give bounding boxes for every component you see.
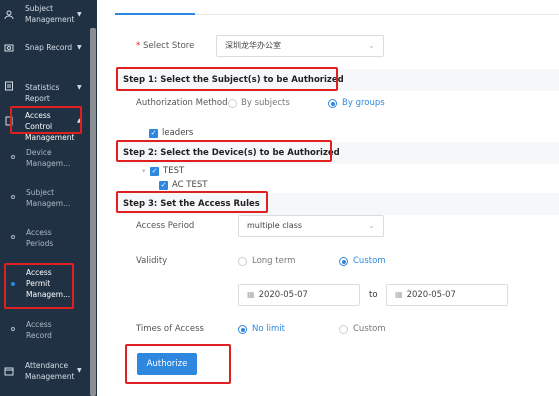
- times-custom-label: Custom: [353, 324, 386, 334]
- tree-toggle-icon[interactable]: ▾: [142, 167, 146, 175]
- radio-by-subjects[interactable]: [228, 99, 237, 108]
- long-term-label: Long term: [252, 256, 296, 266]
- nav-statistics-report-label: Statistics Report: [25, 83, 60, 103]
- active-tab-indicator: [115, 13, 195, 15]
- leaders-label: leaders: [162, 128, 194, 138]
- store-select[interactable]: 深圳龙华办公室 ⌄: [216, 35, 384, 57]
- store-select-value: 深圳龙华办公室: [225, 41, 281, 50]
- highlight-access-control: [10, 106, 82, 134]
- by-groups-label: By groups: [342, 98, 385, 108]
- calendar-icon: ▦: [247, 290, 255, 299]
- chevron-down-icon: ▼: [77, 367, 82, 374]
- checkbox-test[interactable]: ✓: [150, 167, 159, 176]
- subnav-subject-label: Subject Managem...: [26, 188, 71, 208]
- highlight-step3: [116, 191, 268, 213]
- highlight-access-permit: [4, 263, 74, 309]
- device-group-label: TEST: [163, 166, 185, 176]
- end-date-input[interactable]: ▦ 2020-05-07: [386, 284, 508, 306]
- access-period-value: multiple class: [247, 221, 303, 230]
- access-period-select[interactable]: multiple class ⌄: [238, 215, 384, 237]
- to-label: to: [369, 290, 378, 300]
- no-limit-label: No limit: [252, 324, 285, 334]
- checkbox-leaders[interactable]: ✓: [149, 129, 158, 138]
- required-mark: *: [136, 41, 141, 51]
- bullet-icon: [11, 327, 15, 331]
- start-date-value: 2020-05-07: [258, 290, 308, 300]
- checkbox-ac-test[interactable]: ✓: [159, 181, 168, 190]
- validity-custom-label: Custom: [353, 256, 386, 266]
- subnav-device-management[interactable]: Device Managem...: [0, 146, 90, 170]
- highlight-step2: [116, 140, 332, 162]
- chevron-down-icon: ⌄: [368, 41, 375, 50]
- chevron-down-icon: ⌄: [368, 221, 375, 230]
- calendar-icon: [4, 367, 14, 376]
- device-item-label: AC TEST: [172, 180, 208, 190]
- start-date-input[interactable]: ▦ 2020-05-07: [238, 284, 360, 306]
- radio-times-custom[interactable]: [339, 325, 348, 334]
- highlight-authorize: [125, 344, 231, 384]
- sidebar: Subject Management ▼ Snap Record ▼ Stati…: [0, 0, 97, 396]
- nav-snap-record[interactable]: Snap Record ▼: [0, 40, 90, 54]
- camera-icon: [4, 44, 14, 52]
- nav-attendance-management[interactable]: Attendance Management ▼: [0, 358, 90, 384]
- chevron-down-icon: ▼: [77, 11, 82, 18]
- nav-attendance-label: Attendance Management: [25, 361, 75, 381]
- validity-label: Validity: [136, 256, 168, 266]
- highlight-step1: [116, 67, 338, 91]
- radio-long-term[interactable]: [238, 257, 247, 266]
- calendar-icon: ▦: [395, 290, 403, 299]
- subnav-access-record-label: Access Record: [26, 320, 52, 340]
- report-icon: [5, 81, 13, 91]
- nav-subject-management-label: Subject Management: [25, 4, 75, 24]
- nav-subject-management[interactable]: Subject Management ▼: [0, 2, 90, 28]
- times-of-access-label: Times of Access: [136, 324, 204, 334]
- nav-snap-record-label: Snap Record: [25, 43, 73, 52]
- bullet-icon: [11, 195, 15, 199]
- store-label-text: Select Store: [142, 41, 195, 51]
- nav-statistics-report[interactable]: Statistics Report ▼: [0, 80, 90, 103]
- user-icon: [4, 10, 14, 20]
- access-period-label: Access Period: [136, 221, 195, 231]
- radio-no-limit[interactable]: [238, 325, 247, 334]
- by-subjects-label: By subjects: [241, 98, 290, 108]
- subnav-device-label: Device Managem...: [26, 148, 71, 168]
- radio-validity-custom[interactable]: [339, 257, 348, 266]
- chevron-down-icon: ▼: [77, 84, 82, 91]
- auth-method-label: Authorization Method: [136, 98, 228, 108]
- chevron-down-icon: ▼: [77, 44, 82, 51]
- sidebar-scrollbar[interactable]: [90, 28, 96, 396]
- bullet-icon: [11, 235, 15, 239]
- store-label: * Select Store: [136, 41, 194, 51]
- radio-by-groups[interactable]: [328, 99, 337, 108]
- subnav-subject-management[interactable]: Subject Managem...: [0, 186, 90, 210]
- bullet-icon: [11, 155, 15, 159]
- subnav-access-periods[interactable]: Access Periods: [0, 226, 90, 250]
- subnav-access-periods-label: Access Periods: [26, 228, 54, 248]
- end-date-value: 2020-05-07: [406, 290, 456, 300]
- subnav-access-record[interactable]: Access Record: [0, 318, 90, 342]
